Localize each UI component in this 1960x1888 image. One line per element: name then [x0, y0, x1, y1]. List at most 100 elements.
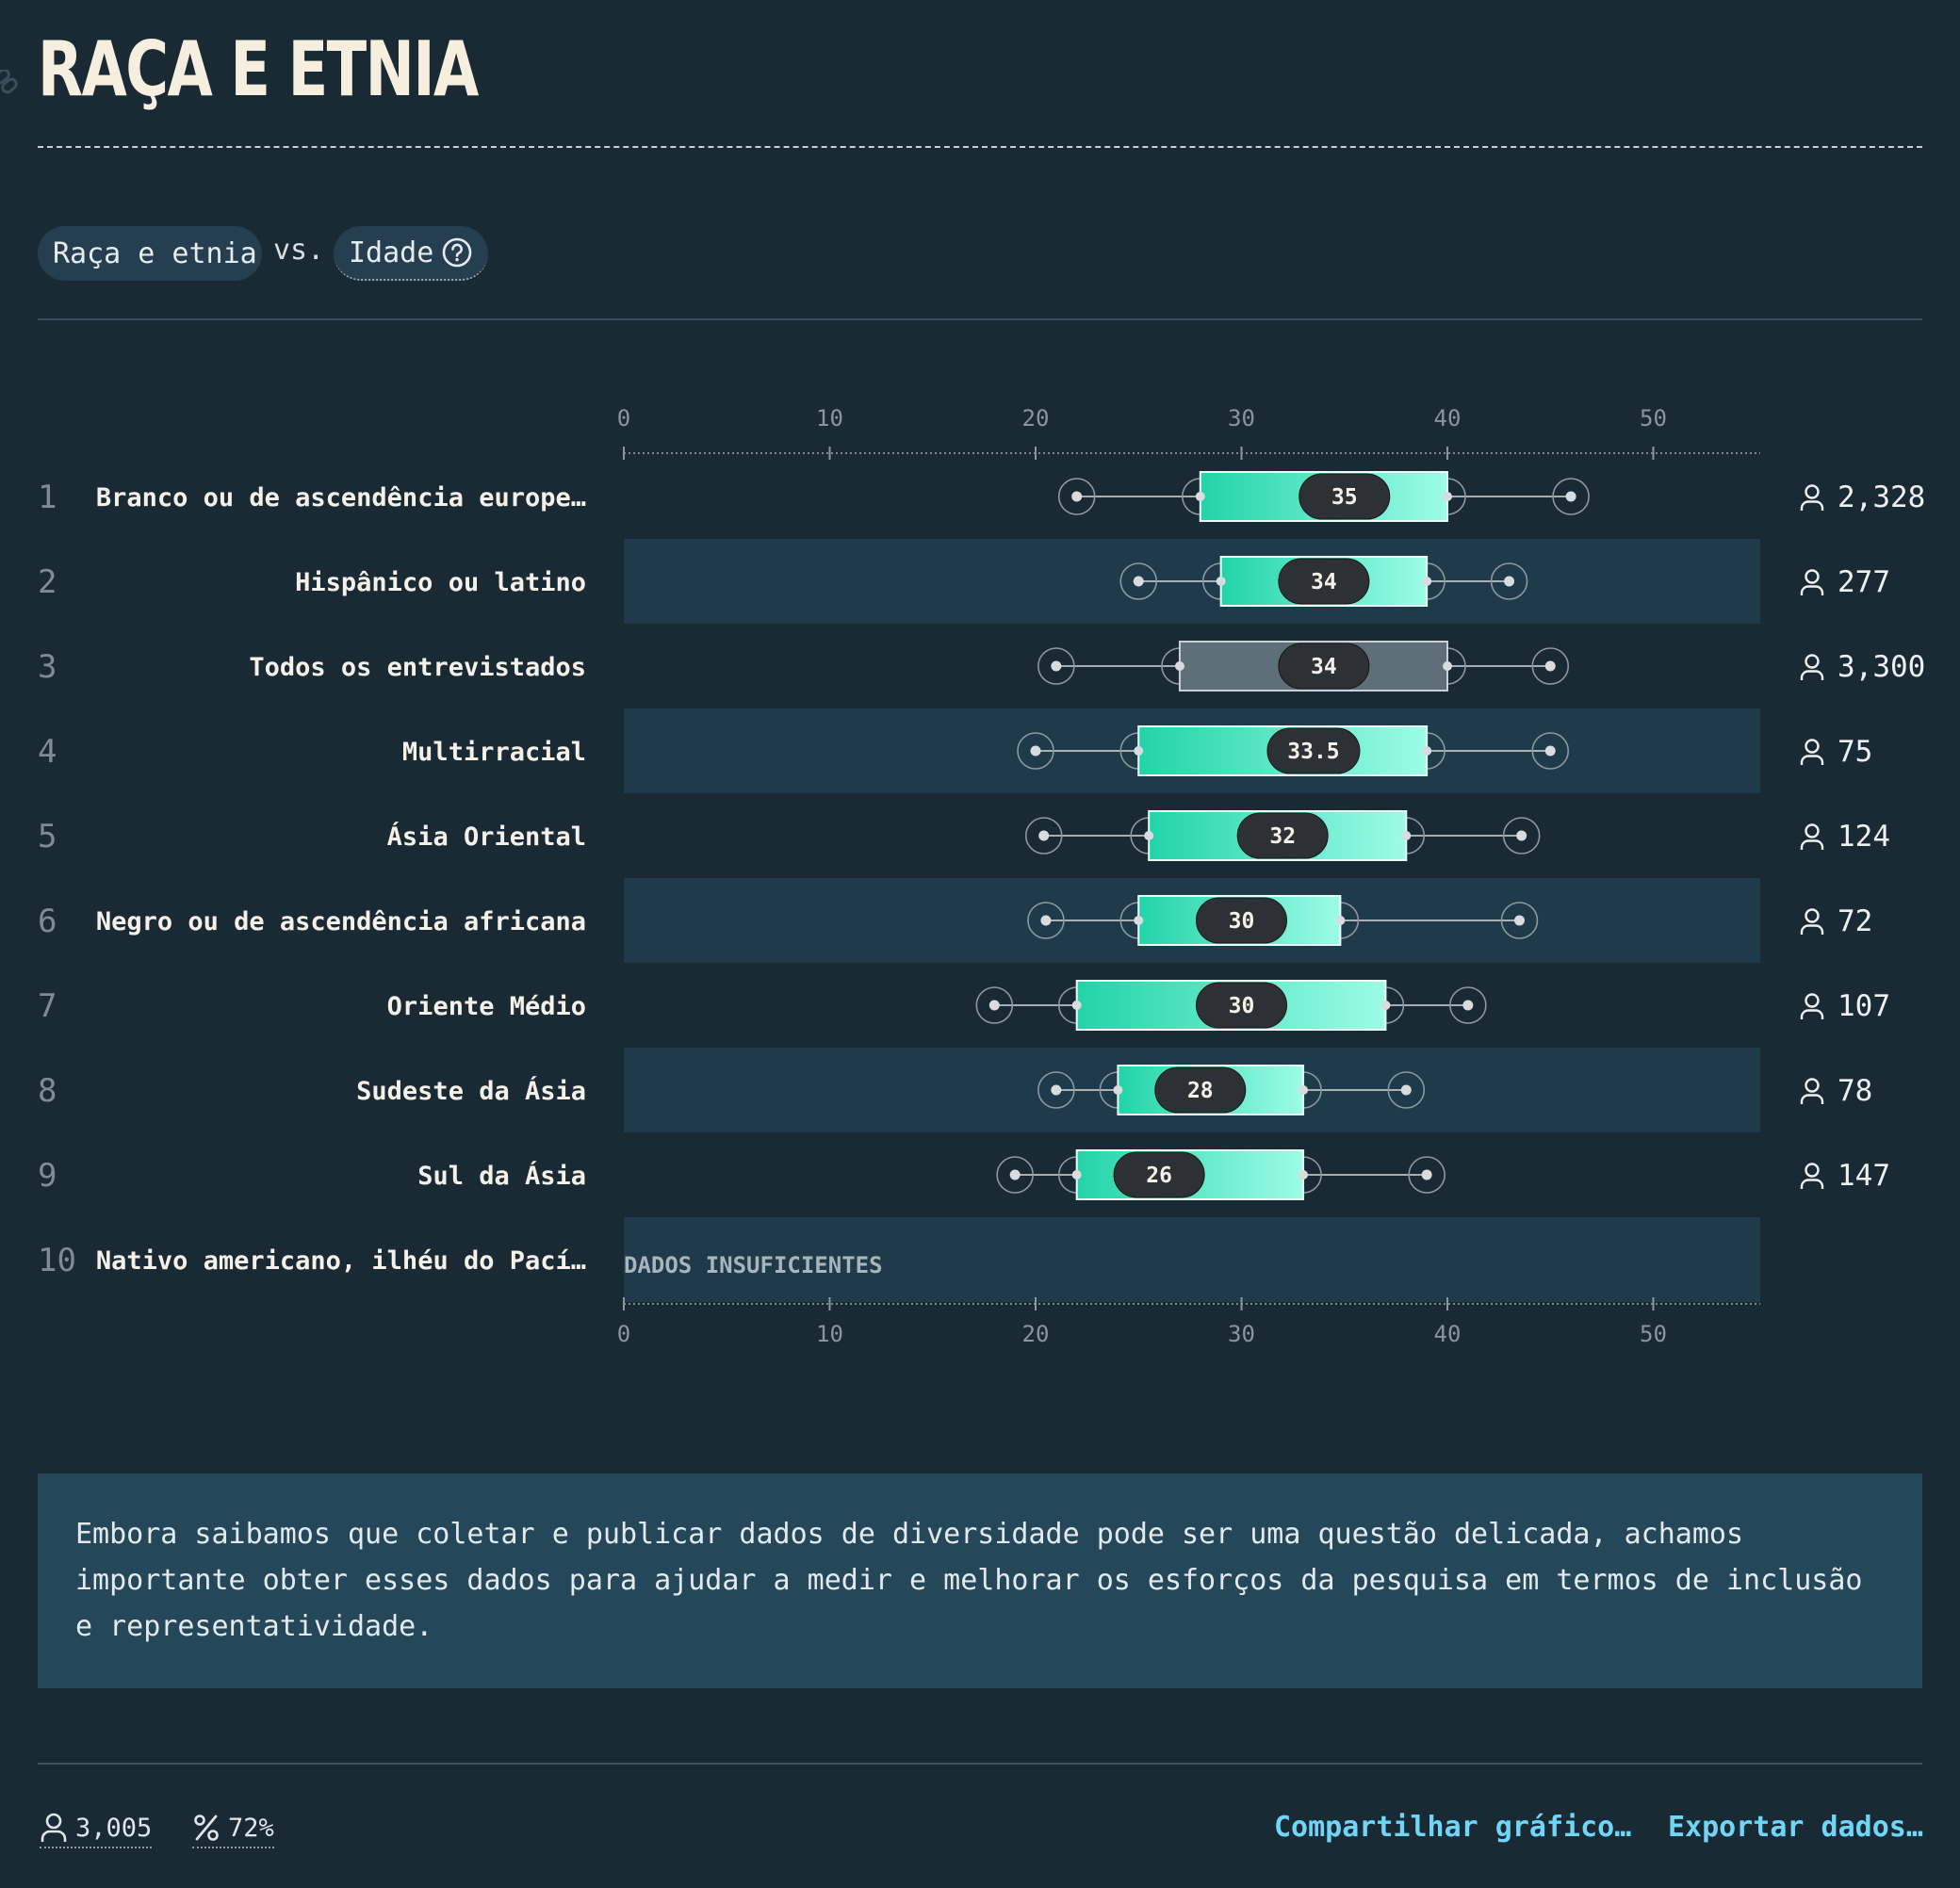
top-axis-tick-label: 30 [1228, 405, 1255, 431]
person-icon-head [1805, 908, 1820, 923]
median-value: 28 [1187, 1079, 1214, 1103]
quartile-dot [1443, 661, 1452, 671]
link-icon[interactable] [0, 70, 23, 98]
respondents-stat[interactable]: 3,005 [40, 1809, 153, 1848]
whisker-end-dot [1565, 491, 1576, 502]
row-rank: 4 [38, 733, 57, 771]
row-rank: 10 [38, 1242, 76, 1279]
person-icon [41, 1813, 67, 1842]
metric-filter-label: Idade [349, 236, 434, 269]
row-label: Sul da Ásia [417, 1161, 586, 1191]
whisker-end-dot [1038, 830, 1050, 841]
person-icon-body [1800, 670, 1824, 680]
person-icon-body [1800, 585, 1824, 595]
percent-icon [194, 1815, 219, 1841]
quartile-dot [1380, 1001, 1391, 1010]
row-label: Oriente Médio [387, 992, 586, 1021]
bottom-axis-tick-label: 0 [617, 1321, 630, 1347]
percent-stat[interactable]: 72% [192, 1809, 274, 1848]
diversity-note: Embora saibamos que coletar e publicar d… [38, 1473, 1922, 1688]
median-value: 34 [1311, 655, 1337, 679]
quartile-dot [1195, 492, 1205, 501]
quartile-dot [1071, 1170, 1082, 1180]
row-rank: 3 [38, 648, 57, 686]
person-icon-head [1805, 1078, 1820, 1093]
quartile-dot [1216, 577, 1226, 586]
whisker-end-dot [1544, 660, 1556, 672]
respondent-count: 78 [1838, 1074, 1872, 1108]
respondent-count: 277 [1838, 565, 1890, 599]
median-value: 35 [1331, 485, 1358, 510]
person-icon [1800, 484, 1824, 511]
share-chart-link[interactable]: Compartilhar gráfico… [1274, 1811, 1631, 1845]
whisker-end-dot [1133, 576, 1144, 587]
whisker-end-dot [1400, 1084, 1412, 1096]
footer-divider [38, 1763, 1922, 1765]
person-icon [1800, 1078, 1824, 1104]
respondent-count: 75 [1838, 735, 1872, 769]
top-axis-tick-label: 20 [1022, 405, 1050, 431]
person-icon-body [1800, 1094, 1824, 1104]
person-icon-body [1800, 839, 1824, 850]
quartile-dot [1335, 916, 1346, 925]
row-label: Ásia Oriental [387, 822, 586, 852]
person-icon [1800, 993, 1824, 1019]
quartile-dot [1298, 1170, 1309, 1180]
quartile-dot [1071, 1001, 1082, 1010]
quartile-dot [1401, 831, 1412, 840]
metric-filter-pill[interactable]: Idade [334, 226, 488, 281]
whisker-end-dot [1040, 915, 1052, 926]
bottom-axis-tick-label: 50 [1640, 1321, 1667, 1347]
person-icon-head [1805, 484, 1820, 499]
respondent-count: 124 [1838, 820, 1890, 854]
median-value: 30 [1229, 994, 1255, 1018]
quartile-dot [1134, 746, 1144, 756]
person-icon-head [1805, 654, 1820, 669]
respondent-count: 107 [1838, 989, 1890, 1023]
respondent-count: 147 [1838, 1159, 1890, 1193]
row-rank: 7 [38, 987, 57, 1025]
vs-label: vs. [273, 234, 325, 267]
percent-value: 72% [228, 1813, 274, 1843]
person-icon [1800, 569, 1824, 595]
row-rank: 6 [38, 903, 57, 940]
insufficient-data-label: DADOS INSUFICIENTES [624, 1252, 883, 1278]
whisker-end-dot [988, 1000, 1000, 1011]
group-filter-pill[interactable]: Raça e etnia [38, 226, 262, 281]
top-axis-tick-label: 50 [1640, 405, 1667, 431]
person-icon [1800, 739, 1824, 765]
quartile-dot [1174, 661, 1184, 671]
quartile-dot [1134, 916, 1144, 925]
person-icon-body [1800, 755, 1824, 765]
row-label: Sudeste da Ásia [356, 1076, 586, 1106]
whisker-end-dot [1504, 576, 1515, 587]
whisker-end-dot [1462, 1000, 1474, 1011]
respondent-count: 2,328 [1838, 480, 1925, 514]
row-label: Hispânico ou latino [295, 568, 586, 597]
bottom-axis-tick-label: 30 [1228, 1321, 1255, 1347]
respondent-count: 72 [1838, 904, 1872, 938]
question-circle-icon[interactable] [441, 236, 473, 269]
boxplot-chart: 0 10 20 30 40 50 0 10 20 30 40 50 1 Branco ou de asce… [38, 405, 1925, 1347]
bottom-axis-tick-label: 40 [1434, 1321, 1462, 1347]
person-icon-head [1805, 569, 1820, 584]
top-axis-tick-label: 10 [816, 405, 843, 431]
whisker-end-dot [1030, 745, 1041, 757]
export-data-link[interactable]: Exportar dados… [1668, 1811, 1923, 1845]
filter-divider [38, 318, 1922, 320]
respondents-value: 3,005 [75, 1813, 153, 1843]
row-label: Negro ou de ascendência africana [96, 907, 586, 936]
title-divider [38, 146, 1922, 148]
top-axis-tick-label: 0 [617, 405, 630, 431]
page-title: RAÇA E ETNIA [38, 25, 479, 113]
median-value: 33.5 [1287, 740, 1339, 764]
respondent-count: 3,300 [1838, 650, 1925, 684]
bottom-axis-tick-label: 20 [1022, 1321, 1050, 1347]
whisker-end-dot [1051, 660, 1062, 672]
person-icon [1800, 654, 1824, 680]
person-icon-body [1800, 500, 1824, 511]
row-rank: 5 [38, 818, 57, 855]
median-value: 32 [1269, 824, 1296, 849]
person-icon-head [1805, 823, 1820, 838]
whisker-end-dot [1071, 491, 1083, 502]
